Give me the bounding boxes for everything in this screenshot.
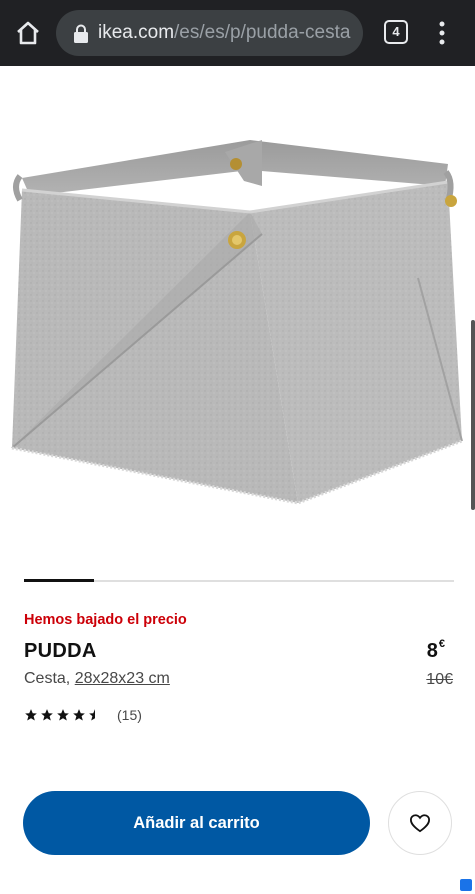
star-full-icon xyxy=(41,709,53,721)
product-type: Cesta, xyxy=(24,670,71,687)
current-price: 8€ xyxy=(426,638,445,663)
previous-price: 10€ xyxy=(426,671,453,689)
image-carousel-progress xyxy=(24,579,94,582)
wishlist-button[interactable] xyxy=(388,791,452,855)
current-price-value: 8 xyxy=(426,640,438,662)
notification-badge-icon xyxy=(460,879,472,891)
star-full-icon xyxy=(57,709,69,721)
product-name: PUDDA xyxy=(24,640,97,662)
url-host: ikea.com xyxy=(98,22,175,43)
url-text: ikea.com/es/es/p/pudda-cesta xyxy=(98,22,360,44)
rating-stars[interactable]: (15) xyxy=(24,706,142,724)
star-full-icon xyxy=(25,709,37,721)
review-count: (15) xyxy=(117,707,142,723)
browser-toolbar: ikea.com/es/es/p/pudda-cesta 4 xyxy=(0,0,475,66)
tab-switcher-button[interactable]: 4 xyxy=(384,20,408,44)
price-drop-label: Hemos bajado el precio xyxy=(24,612,187,628)
lock-icon xyxy=(72,24,90,44)
product-description: Cesta, 28x28x23 cm xyxy=(24,670,170,688)
previous-price-currency: € xyxy=(444,671,453,688)
more-menu-icon[interactable] xyxy=(432,18,452,48)
product-dimensions-link[interactable]: 28x28x23 cm xyxy=(75,670,170,687)
current-price-currency: € xyxy=(438,638,445,651)
address-bar[interactable]: ikea.com/es/es/p/pudda-cesta xyxy=(56,10,363,56)
page-scrollbar[interactable] xyxy=(471,320,475,510)
product-image[interactable] xyxy=(0,66,475,566)
home-icon[interactable] xyxy=(12,17,44,49)
star-half-icon xyxy=(89,709,95,721)
previous-price-value: 10 xyxy=(426,671,445,688)
url-path: /es/es/p/pudda-cesta xyxy=(174,22,351,43)
heart-icon xyxy=(409,814,431,833)
star-full-icon xyxy=(73,709,85,721)
add-to-cart-button[interactable]: Añadir al carrito xyxy=(23,791,370,855)
